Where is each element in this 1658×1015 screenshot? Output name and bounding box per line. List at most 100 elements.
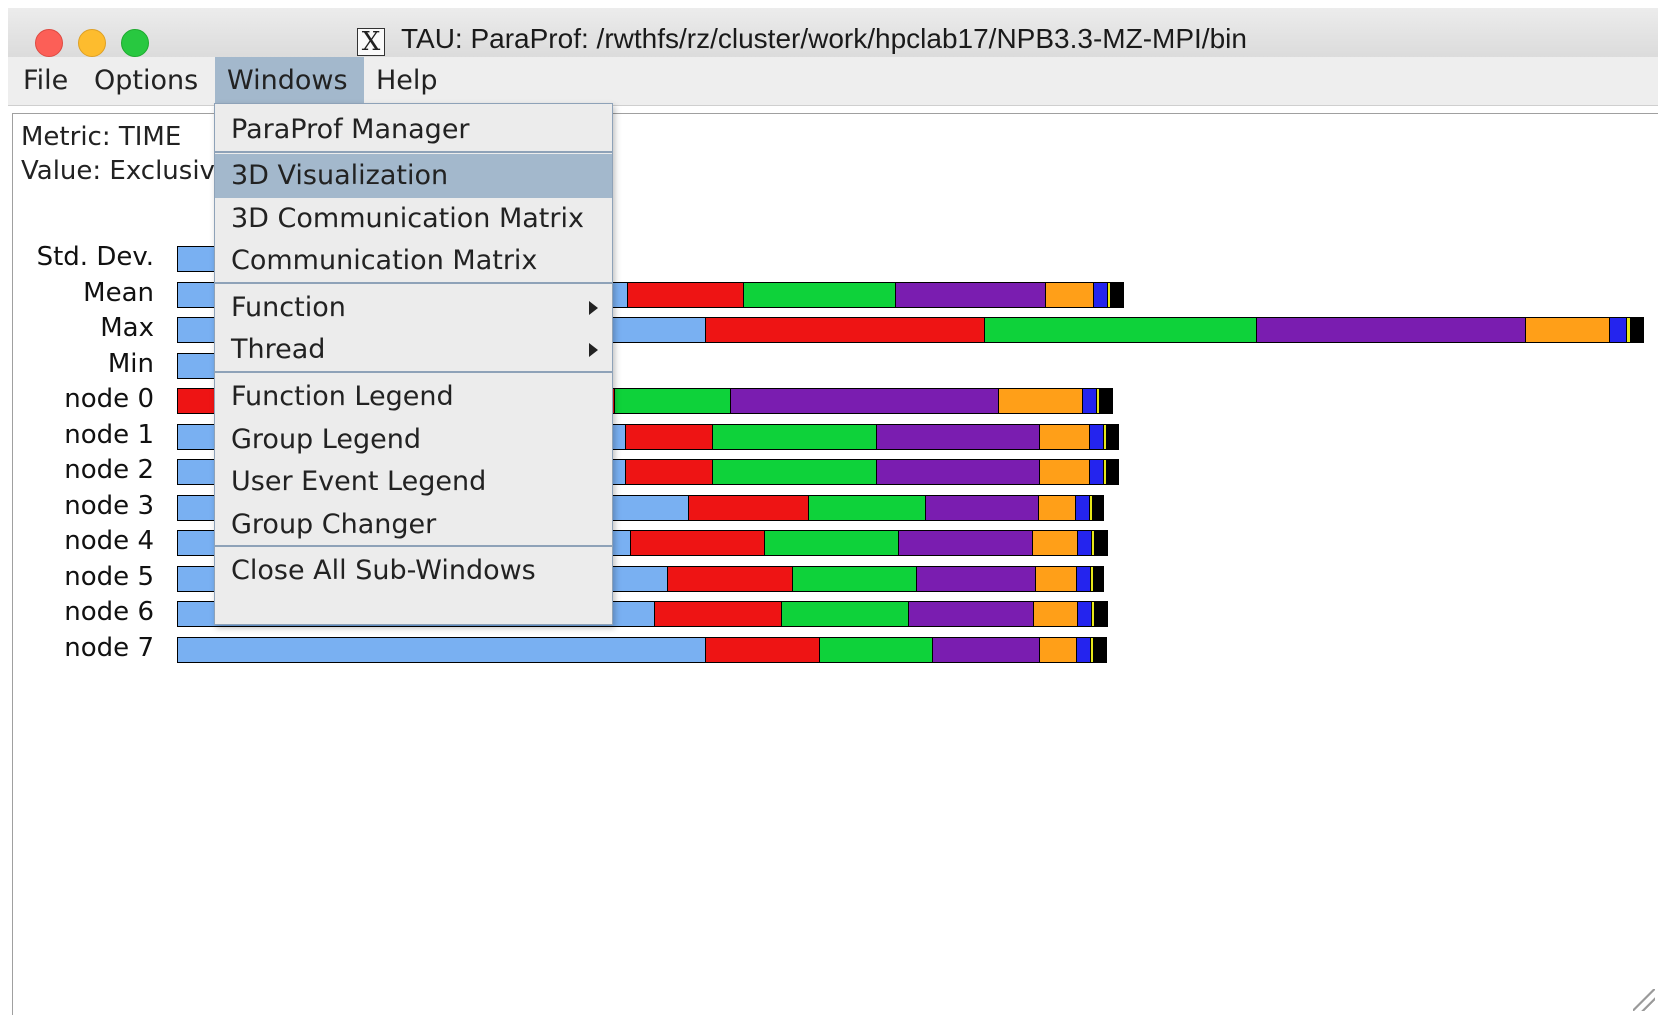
row-label: node 1 [64,420,154,450]
menu-item-group-changer[interactable]: Group Changer [215,503,612,547]
window-title: TAU: ParaProf: /rwthfs/rz/cluster/work/h… [401,23,1247,54]
close-window-button[interactable] [35,29,63,57]
bar-segment-orange[interactable] [1039,496,1076,520]
bar-segment-dark_blue[interactable] [1078,531,1092,555]
bar-segment-red[interactable] [706,638,820,662]
bar-segment-black[interactable] [1111,283,1123,307]
menu-bar: File Options Windows Help [8,57,1658,106]
bar-segment-black[interactable] [1093,496,1103,520]
menu-item-function[interactable]: Function [215,286,612,330]
menu-item-3d-communication-matrix[interactable]: 3D Communication Matrix [215,197,612,241]
bar-segment-red[interactable] [626,425,713,449]
bar-segment-green[interactable] [985,318,1257,342]
menu-options[interactable]: Options [82,57,210,105]
bar-segment-green[interactable] [793,567,917,591]
bar-segment-red[interactable] [689,496,809,520]
row-label: node 6 [64,597,154,627]
stacked-bar[interactable] [177,637,1107,663]
bar-segment-blue[interactable] [178,354,214,378]
menu-item-label: Close All Sub-Windows [231,555,536,586]
bar-segment-purple[interactable] [909,602,1034,626]
bar-segment-orange[interactable] [1040,460,1090,484]
menu-item-user-event-legend[interactable]: User Event Legend [215,460,612,504]
bar-segment-black[interactable] [1094,638,1106,662]
bar-segment-orange[interactable] [1034,602,1078,626]
bar-segment-dark_blue[interactable] [1610,318,1627,342]
bar-segment-purple[interactable] [933,638,1040,662]
stacked-bar[interactable] [177,353,215,379]
bar-segment-dark_blue[interactable] [1076,496,1090,520]
menu-file[interactable]: File [11,57,80,105]
resize-grip-icon[interactable] [1633,989,1655,1011]
bar-segment-purple[interactable] [877,460,1040,484]
row-label: node 4 [64,526,154,556]
bar-segment-purple[interactable] [926,496,1039,520]
bar-segment-blue[interactable] [178,638,706,662]
menu-item-label: ParaProf Manager [231,114,470,145]
bar-segment-green[interactable] [765,531,899,555]
menu-item-group-legend[interactable]: Group Legend [215,418,612,462]
bar-segment-red[interactable] [626,460,713,484]
menu-help[interactable]: Help [364,57,450,105]
bar-segment-dark_blue[interactable] [1083,389,1097,413]
menu-item-paraprof-manager[interactable]: ParaProf Manager [215,108,612,152]
bar-segment-red[interactable] [631,531,765,555]
bar-segment-purple[interactable] [917,567,1036,591]
bar-segment-orange[interactable] [1040,425,1090,449]
menu-item-function-legend[interactable]: Function Legend [215,375,612,419]
bar-segment-purple[interactable] [899,531,1033,555]
bar-segment-black[interactable] [1095,602,1107,626]
bar-segment-green[interactable] [615,389,731,413]
bar-segment-red[interactable] [628,283,744,307]
bar-segment-orange[interactable] [1040,638,1077,662]
bar-segment-orange[interactable] [1033,531,1078,555]
bar-segment-orange[interactable] [999,389,1083,413]
bar-segment-dark_blue[interactable] [1090,460,1104,484]
maximize-window-button[interactable] [121,29,149,57]
bar-segment-red[interactable] [706,318,985,342]
row-label: node 0 [64,384,154,414]
stacked-bar[interactable] [177,246,215,272]
bar-segment-black[interactable] [1095,531,1107,555]
bar-segment-green[interactable] [782,602,909,626]
menu-separator [215,545,612,547]
bar-segment-black[interactable] [1094,567,1103,591]
bar-segment-blue[interactable] [178,247,214,271]
bar-segment-purple[interactable] [877,425,1040,449]
menu-item-thread[interactable]: Thread [215,328,612,372]
bar-segment-black[interactable] [1100,389,1112,413]
bar-segment-red[interactable] [668,567,793,591]
row-label: node 2 [64,455,154,485]
bar-segment-purple[interactable] [1257,318,1526,342]
bar-segment-dark_blue[interactable] [1090,425,1104,449]
bar-segment-black[interactable] [1107,460,1118,484]
bar-segment-orange[interactable] [1526,318,1610,342]
bar-segment-orange[interactable] [1036,567,1077,591]
bar-segment-dark_blue[interactable] [1077,567,1091,591]
bar-segment-dark_blue[interactable] [1094,283,1108,307]
bar-segment-black[interactable] [1631,318,1643,342]
minimize-window-button[interactable] [78,29,106,57]
menu-separator [215,151,612,153]
bar-segment-purple[interactable] [896,283,1046,307]
bar-segment-green[interactable] [809,496,926,520]
menu-item-label: 3D Visualization [231,160,449,191]
bar-segment-green[interactable] [744,283,896,307]
menu-windows[interactable]: Windows [215,57,364,105]
row-label: node 7 [64,633,154,663]
bar-segment-dark_blue[interactable] [1077,638,1091,662]
row-label: Std. Dev. [36,242,154,272]
bar-segment-green[interactable] [713,425,877,449]
bar-segment-green[interactable] [820,638,933,662]
bar-segment-orange[interactable] [1046,283,1094,307]
menu-item-communication-matrix[interactable]: Communication Matrix [215,239,612,283]
menu-item-3d-visualization[interactable]: 3D Visualization [215,154,612,198]
bar-segment-green[interactable] [713,460,877,484]
bar-segment-dark_blue[interactable] [1078,602,1092,626]
menu-item-close-all-sub-windows[interactable]: Close All Sub-Windows [215,549,612,593]
bar-segment-black[interactable] [1107,425,1118,449]
bar-segment-purple[interactable] [731,389,999,413]
menu-item-label: 3D Communication Matrix [231,203,584,234]
row-label: node 3 [64,491,154,521]
bar-segment-red[interactable] [655,602,782,626]
